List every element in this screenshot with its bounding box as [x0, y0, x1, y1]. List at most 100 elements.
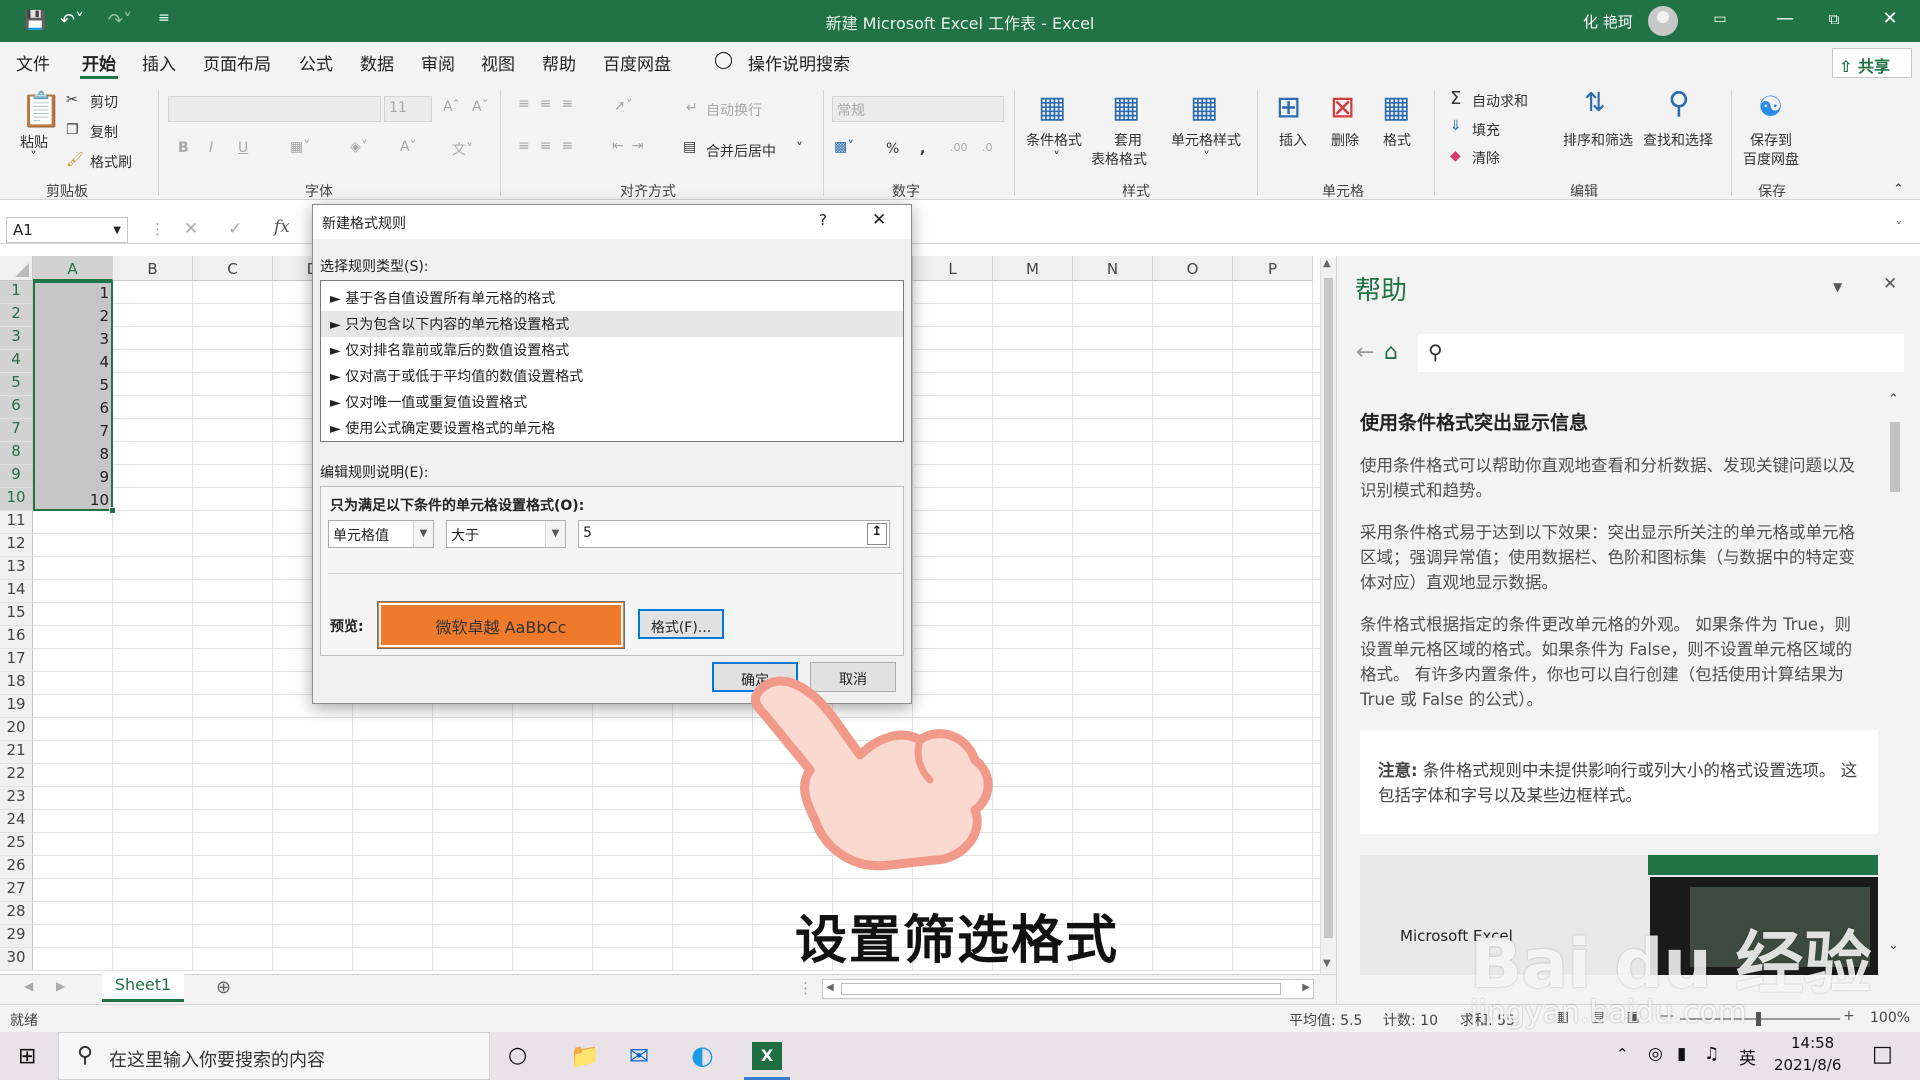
tab-insert[interactable]: 插入 [142, 50, 176, 75]
format-table-label-1[interactable]: 套用 [1114, 130, 1142, 150]
rule-type-option[interactable]: ► 仅对排名靠前或靠后的数值设置格式 [330, 337, 900, 363]
find-select-button[interactable]: 查找和选择 [1643, 130, 1713, 150]
grow-font-icon[interactable]: Aˆ [443, 99, 460, 115]
value-input[interactable]: 5 ↥ [578, 520, 890, 548]
tab-baidu-netdisk[interactable]: 百度网盘 [603, 50, 671, 75]
chevron-down-icon[interactable]: ▼ [545, 521, 565, 547]
cell-a9[interactable]: 9 [35, 468, 109, 486]
col-header-p[interactable]: P [1233, 256, 1313, 281]
mail-icon[interactable]: ✉ [629, 1042, 649, 1070]
taskbar-search-input[interactable]: ⚲ 在这里输入你要搜索的内容 [58, 1032, 490, 1080]
row-header[interactable]: 18 [0, 672, 33, 695]
help-scroll-thumb[interactable] [1890, 422, 1900, 492]
zoom-in-icon[interactable]: + [1843, 1008, 1855, 1024]
help-scroll-down-icon[interactable]: ⌄ [1888, 938, 1899, 953]
row-header[interactable]: 7 [0, 419, 33, 442]
prev-sheet-icon[interactable]: ◀ [24, 979, 33, 993]
dialog-help-icon[interactable]: ? [819, 211, 827, 229]
cell-a5[interactable]: 5 [35, 376, 109, 394]
row-header[interactable]: 16 [0, 626, 33, 649]
tab-formulas[interactable]: 公式 [299, 50, 333, 75]
cut-button[interactable]: 剪切 [90, 92, 118, 112]
scroll-left-icon[interactable]: ◀ [826, 982, 834, 993]
sheet-tab-sheet1[interactable]: Sheet1 [102, 972, 184, 1002]
phonetic-icon[interactable]: 文˅ [452, 139, 473, 159]
increase-decimal-icon[interactable]: .00 [950, 141, 968, 154]
tab-home[interactable]: 开始 [82, 50, 116, 75]
zoom-level[interactable]: 100% [1870, 1010, 1910, 1026]
row-header[interactable]: 15 [0, 603, 33, 626]
name-box[interactable]: A1 ▼ [6, 217, 128, 243]
clock-date[interactable]: 2021/8/6 [1774, 1056, 1841, 1074]
scroll-down-icon[interactable]: ▼ [1323, 958, 1331, 969]
italic-button[interactable]: I [209, 140, 213, 156]
tab-file[interactable]: 文件 [16, 50, 50, 75]
excel-taskbar-icon[interactable]: X [752, 1042, 782, 1070]
col-header-n[interactable]: N [1073, 256, 1153, 281]
edge-icon[interactable]: ◐ [691, 1041, 714, 1071]
tab-splitter-icon[interactable]: ⋮ [798, 979, 813, 997]
row-header[interactable]: 28 [0, 902, 33, 925]
row-header[interactable]: 30 [0, 948, 33, 971]
format-table-label-2[interactable]: 表格格式 [1091, 149, 1147, 169]
number-format-combo[interactable]: 常规 [832, 96, 1004, 122]
col-header-m[interactable]: M [993, 256, 1073, 281]
save-netdisk-label-1[interactable]: 保存到 [1750, 130, 1792, 150]
fill-color-icon[interactable]: ◈˅ [350, 139, 368, 155]
font-name-combo[interactable] [168, 96, 381, 122]
merge-dropdown-icon[interactable]: ˅ [796, 141, 803, 157]
cancel-entry-icon[interactable]: ✕ [184, 219, 198, 239]
row-header[interactable]: 23 [0, 787, 33, 810]
col-header-a[interactable]: A [33, 256, 113, 281]
row-header[interactable]: 29 [0, 925, 33, 948]
close-icon[interactable]: ✕ [1870, 8, 1910, 29]
insert-cells-button[interactable]: 插入 [1279, 130, 1307, 150]
row-header[interactable]: 27 [0, 879, 33, 902]
rule-type-option[interactable]: ► 仅对高于或低于平均值的数值设置格式 [330, 363, 900, 389]
row-header[interactable]: 20 [0, 718, 33, 741]
cell-value-dropdown[interactable]: 单元格值 ▼ [328, 520, 434, 548]
next-sheet-icon[interactable]: ▶ [56, 979, 65, 993]
vertical-align-icons[interactable]: ≡≡≡ [518, 96, 583, 112]
clear-button[interactable]: 清除 [1472, 148, 1500, 168]
help-scrollbar[interactable]: ⌃ ⌄ [1886, 390, 1904, 966]
percent-button[interactable]: % [886, 141, 899, 157]
row-header[interactable]: 13 [0, 557, 33, 580]
save-netdisk-label-2[interactable]: 百度网盘 [1743, 149, 1799, 169]
row-header[interactable]: 4 [0, 350, 33, 373]
range-picker-icon[interactable]: ↥ [867, 523, 887, 545]
add-sheet-icon[interactable]: ⊕ [216, 977, 231, 998]
row-header[interactable]: 9 [0, 465, 33, 488]
battery-icon[interactable]: ▮ [1677, 1044, 1686, 1064]
border-icon[interactable]: ▦˅ [290, 139, 310, 155]
fill-button[interactable]: 填充 [1472, 120, 1500, 140]
row-header[interactable]: 24 [0, 810, 33, 833]
help-scroll-up-icon[interactable]: ⌃ [1888, 392, 1899, 407]
indent-icons[interactable]: ⇤⇥ [612, 138, 651, 154]
row-header[interactable]: 17 [0, 649, 33, 672]
row-header[interactable]: 19 [0, 695, 33, 718]
format-cells-button[interactable]: 格式 [1383, 130, 1411, 150]
row-header[interactable]: 11 [0, 511, 33, 534]
font-color-icon[interactable]: A˅ [400, 139, 417, 155]
tab-page-layout[interactable]: 页面布局 [203, 50, 271, 75]
underline-button[interactable]: U [238, 140, 248, 156]
fill-handle[interactable] [109, 507, 116, 514]
row-header[interactable]: 14 [0, 580, 33, 603]
dialog-close-icon[interactable]: ✕ [872, 210, 886, 230]
merge-center-button[interactable]: 合并后居中 [706, 141, 776, 161]
conditional-format-button[interactable]: 条件格式 [1026, 130, 1082, 150]
rule-type-option[interactable]: ► 基于各自值设置所有单元格的格式 [330, 285, 900, 311]
cell-styles-dropdown-icon[interactable]: ˅ [1203, 150, 1210, 166]
name-box-dropdown-icon[interactable]: ▼ [113, 225, 121, 236]
collapse-ribbon-icon[interactable]: ⌃ [1893, 182, 1904, 197]
cell-a3[interactable]: 3 [35, 330, 109, 348]
decrease-decimal-icon[interactable]: .0 [982, 141, 993, 154]
orientation-icon[interactable]: ➚˅ [614, 98, 633, 114]
row-header[interactable]: 10 [0, 488, 33, 511]
row-header[interactable]: 21 [0, 741, 33, 764]
col-header-l[interactable]: L [913, 256, 993, 281]
cell-a8[interactable]: 8 [35, 445, 109, 463]
cell-a2[interactable]: 2 [35, 307, 109, 325]
accounting-icon[interactable]: ▩˅ [834, 139, 854, 155]
